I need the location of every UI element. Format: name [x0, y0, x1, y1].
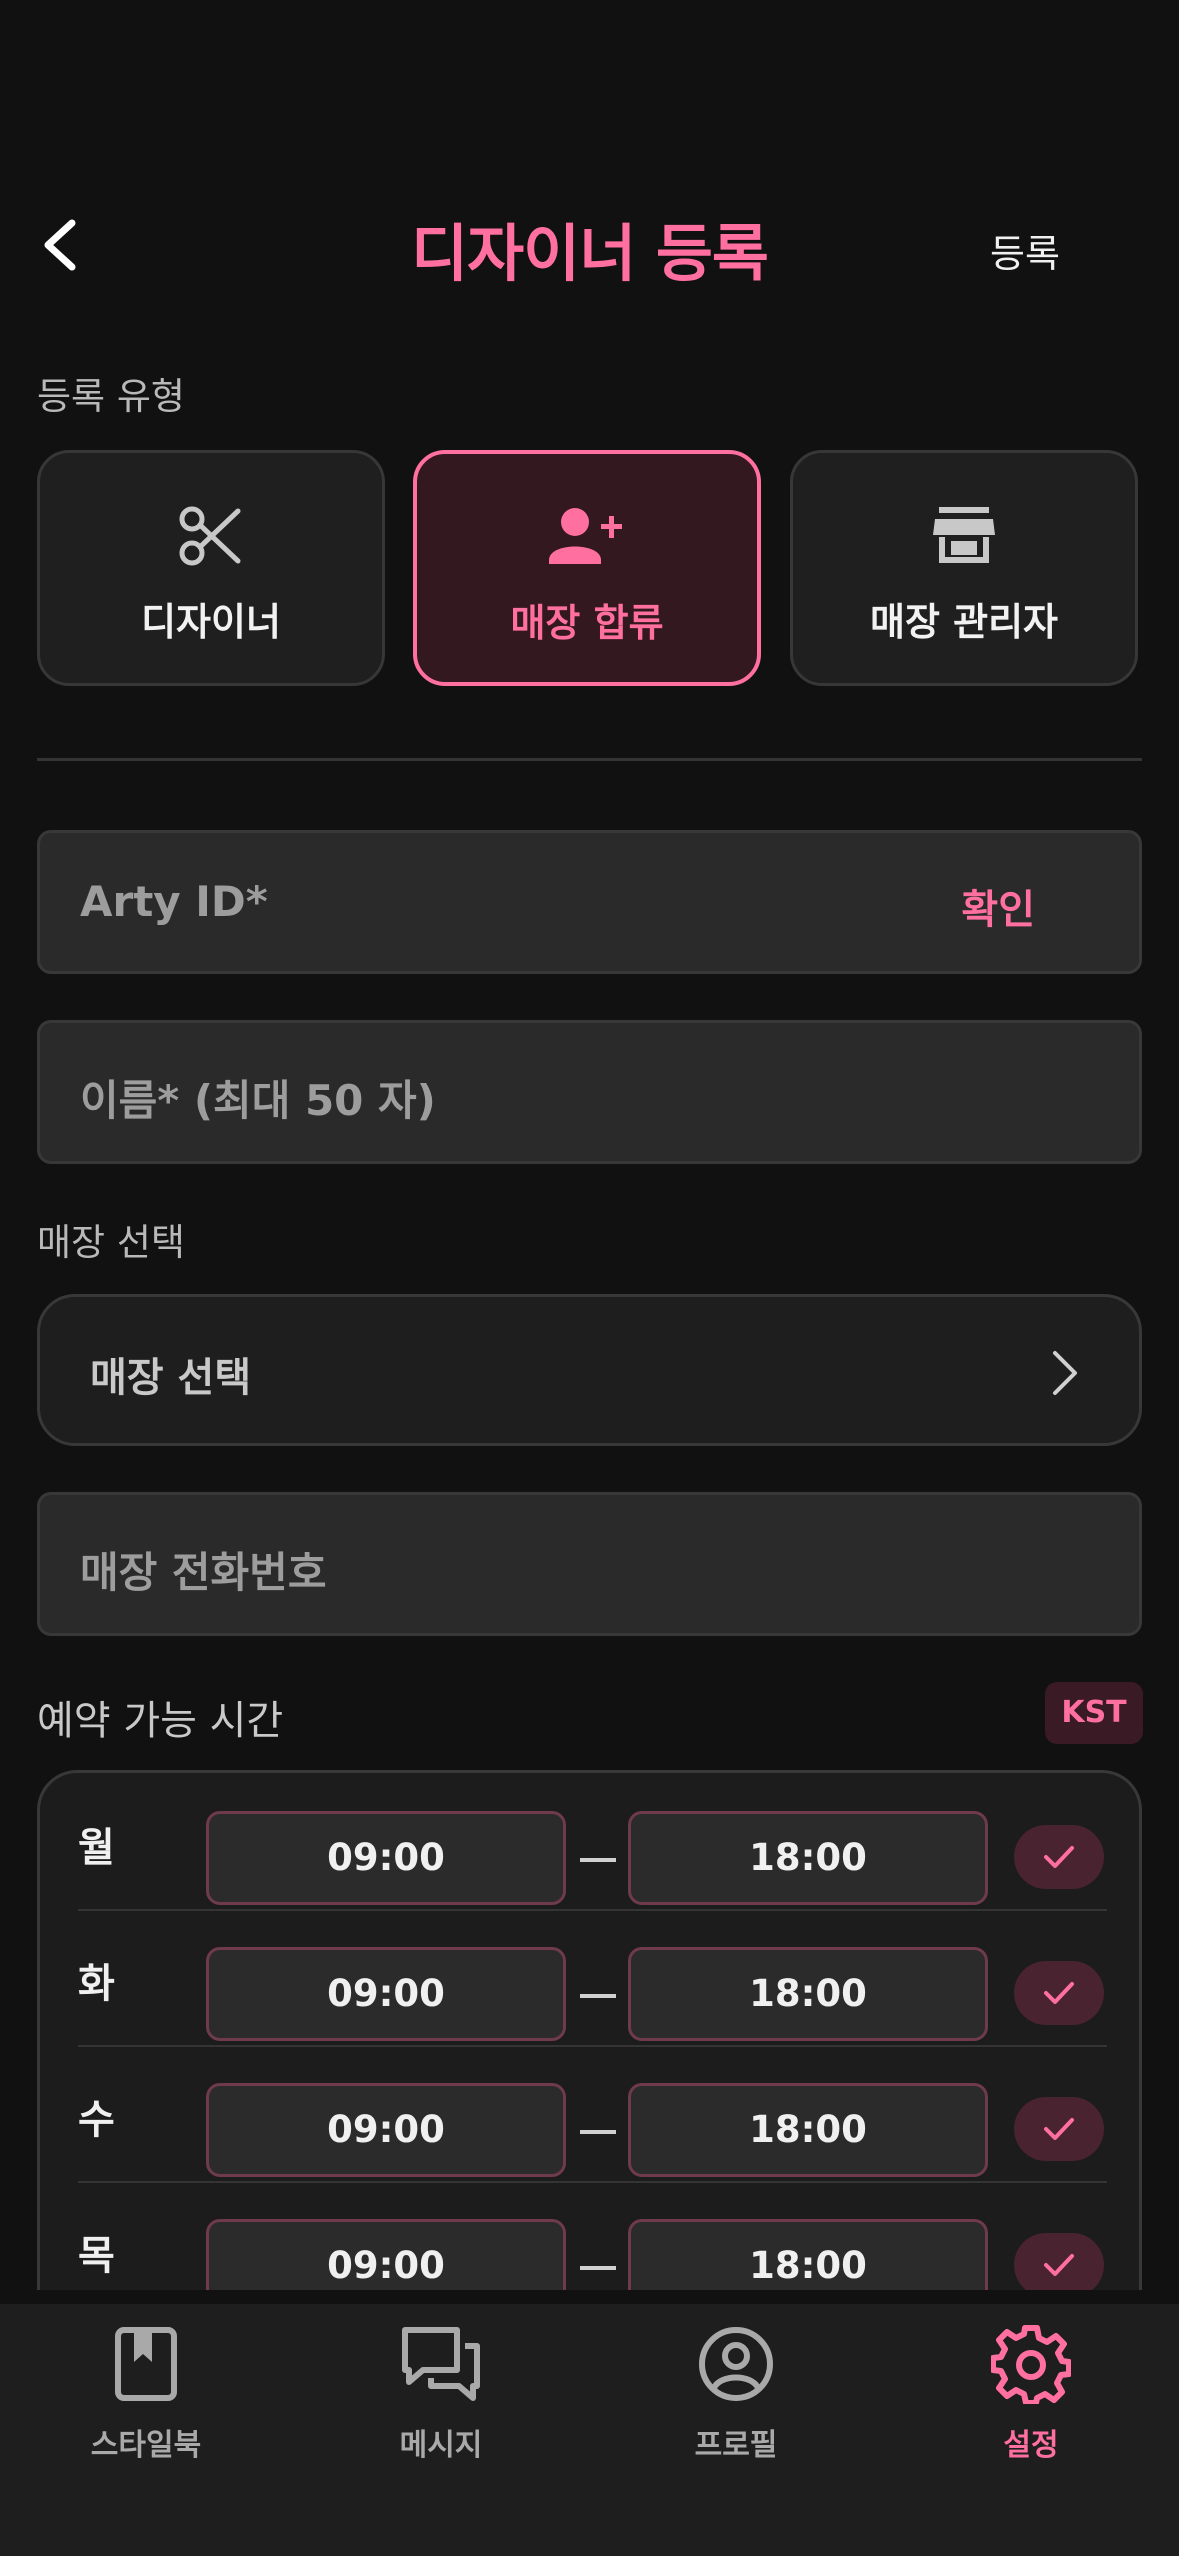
day-enabled-toggle[interactable]: [1014, 1961, 1104, 2025]
day-enabled-toggle[interactable]: [1014, 1825, 1104, 1889]
day-label: 화: [78, 1961, 115, 2007]
tab-settings[interactable]: 설정: [931, 2324, 1131, 2474]
schedule-row: 화 09:00 18:00: [40, 1909, 1139, 2047]
name-field[interactable]: 이름* (최대 50 자): [37, 1020, 1142, 1164]
type-option-store-manager[interactable]: 매장 관리자: [790, 450, 1138, 686]
confirm-button[interactable]: 확인: [961, 877, 1035, 935]
availability-label: 예약 가능 시간: [37, 1698, 284, 1744]
range-dash: [580, 2130, 616, 2134]
day-label: 수: [78, 2097, 115, 2143]
start-time-input[interactable]: 09:00: [206, 2219, 566, 2290]
register-button[interactable]: 등록: [990, 223, 1060, 278]
book-icon: [115, 2327, 177, 2401]
range-dash: [580, 2266, 616, 2270]
end-time-input[interactable]: 18:00: [628, 1947, 988, 2041]
person-add-icon: [549, 508, 622, 564]
day-enabled-toggle[interactable]: [1014, 2097, 1104, 2161]
tab-stylebook[interactable]: 스타일북: [46, 2324, 246, 2474]
range-dash: [580, 1994, 616, 1998]
registration-type-label: 등록 유형: [37, 375, 185, 418]
profile-icon: [699, 2327, 773, 2401]
chat-icon: [402, 2327, 480, 2401]
check-icon: [1044, 1846, 1074, 1868]
store-phone-placeholder: 매장 전화번호: [80, 1548, 327, 1597]
schedule-row: 월 09:00 18:00: [40, 1773, 1139, 1911]
bottom-nav: 스타일북 메시지 프로필 설정: [0, 2304, 1179, 2556]
arty-id-field[interactable]: Arty ID* 확인: [37, 830, 1142, 974]
tab-label: 설정: [1003, 2428, 1059, 2463]
tab-label: 스타일북: [90, 2428, 202, 2463]
store-phone-field[interactable]: 매장 전화번호: [37, 1492, 1142, 1636]
timezone-badge: KST: [1045, 1682, 1143, 1744]
store-icon: [933, 507, 995, 563]
app-header: 디자이너 등록 등록: [0, 185, 1179, 305]
check-icon: [1044, 1982, 1074, 2004]
schedule-row: 목 09:00 18:00: [40, 2181, 1139, 2290]
check-icon: [1044, 2254, 1074, 2276]
start-time-input[interactable]: 09:00: [206, 1811, 566, 1905]
store-section-label: 매장 선택: [37, 1221, 185, 1264]
chevron-right-icon: [1053, 1351, 1077, 1395]
schedule-card: 월 09:00 18:00 화 09:00 18:00 수 09:00 18:0…: [37, 1770, 1142, 2290]
scissors-icon: [179, 506, 241, 566]
end-time-input[interactable]: 18:00: [628, 2083, 988, 2177]
day-label: 목: [78, 2233, 115, 2279]
type-option-join-store[interactable]: 매장 합류: [413, 450, 761, 686]
type-option-label: 매장 관리자: [869, 600, 1059, 644]
start-time-input[interactable]: 09:00: [206, 1947, 566, 2041]
tab-label: 메시지: [399, 2428, 483, 2463]
tab-profile[interactable]: 프로필: [636, 2324, 836, 2474]
tab-messages[interactable]: 메시지: [341, 2324, 541, 2474]
store-select-placeholder: 매장 선택: [90, 1355, 252, 1401]
end-time-input[interactable]: 18:00: [628, 1811, 988, 1905]
end-time-input[interactable]: 18:00: [628, 2219, 988, 2290]
gear-icon: [991, 2325, 1071, 2404]
divider: [37, 758, 1142, 761]
day-label: 월: [78, 1825, 115, 1871]
type-option-label: 디자이너: [141, 600, 281, 644]
day-enabled-toggle[interactable]: [1014, 2233, 1104, 2290]
tab-label: 프로필: [694, 2428, 778, 2463]
start-time-input[interactable]: 09:00: [206, 2083, 566, 2177]
type-option-designer[interactable]: 디자이너: [37, 450, 385, 686]
type-option-label: 매장 합류: [510, 601, 664, 645]
schedule-row: 수 09:00 18:00: [40, 2045, 1139, 2183]
arty-id-placeholder: Arty ID*: [80, 877, 268, 926]
check-icon: [1044, 2118, 1074, 2140]
store-select-button[interactable]: 매장 선택: [37, 1294, 1142, 1446]
range-dash: [580, 1858, 616, 1862]
name-placeholder: 이름* (최대 50 자): [80, 1076, 436, 1125]
